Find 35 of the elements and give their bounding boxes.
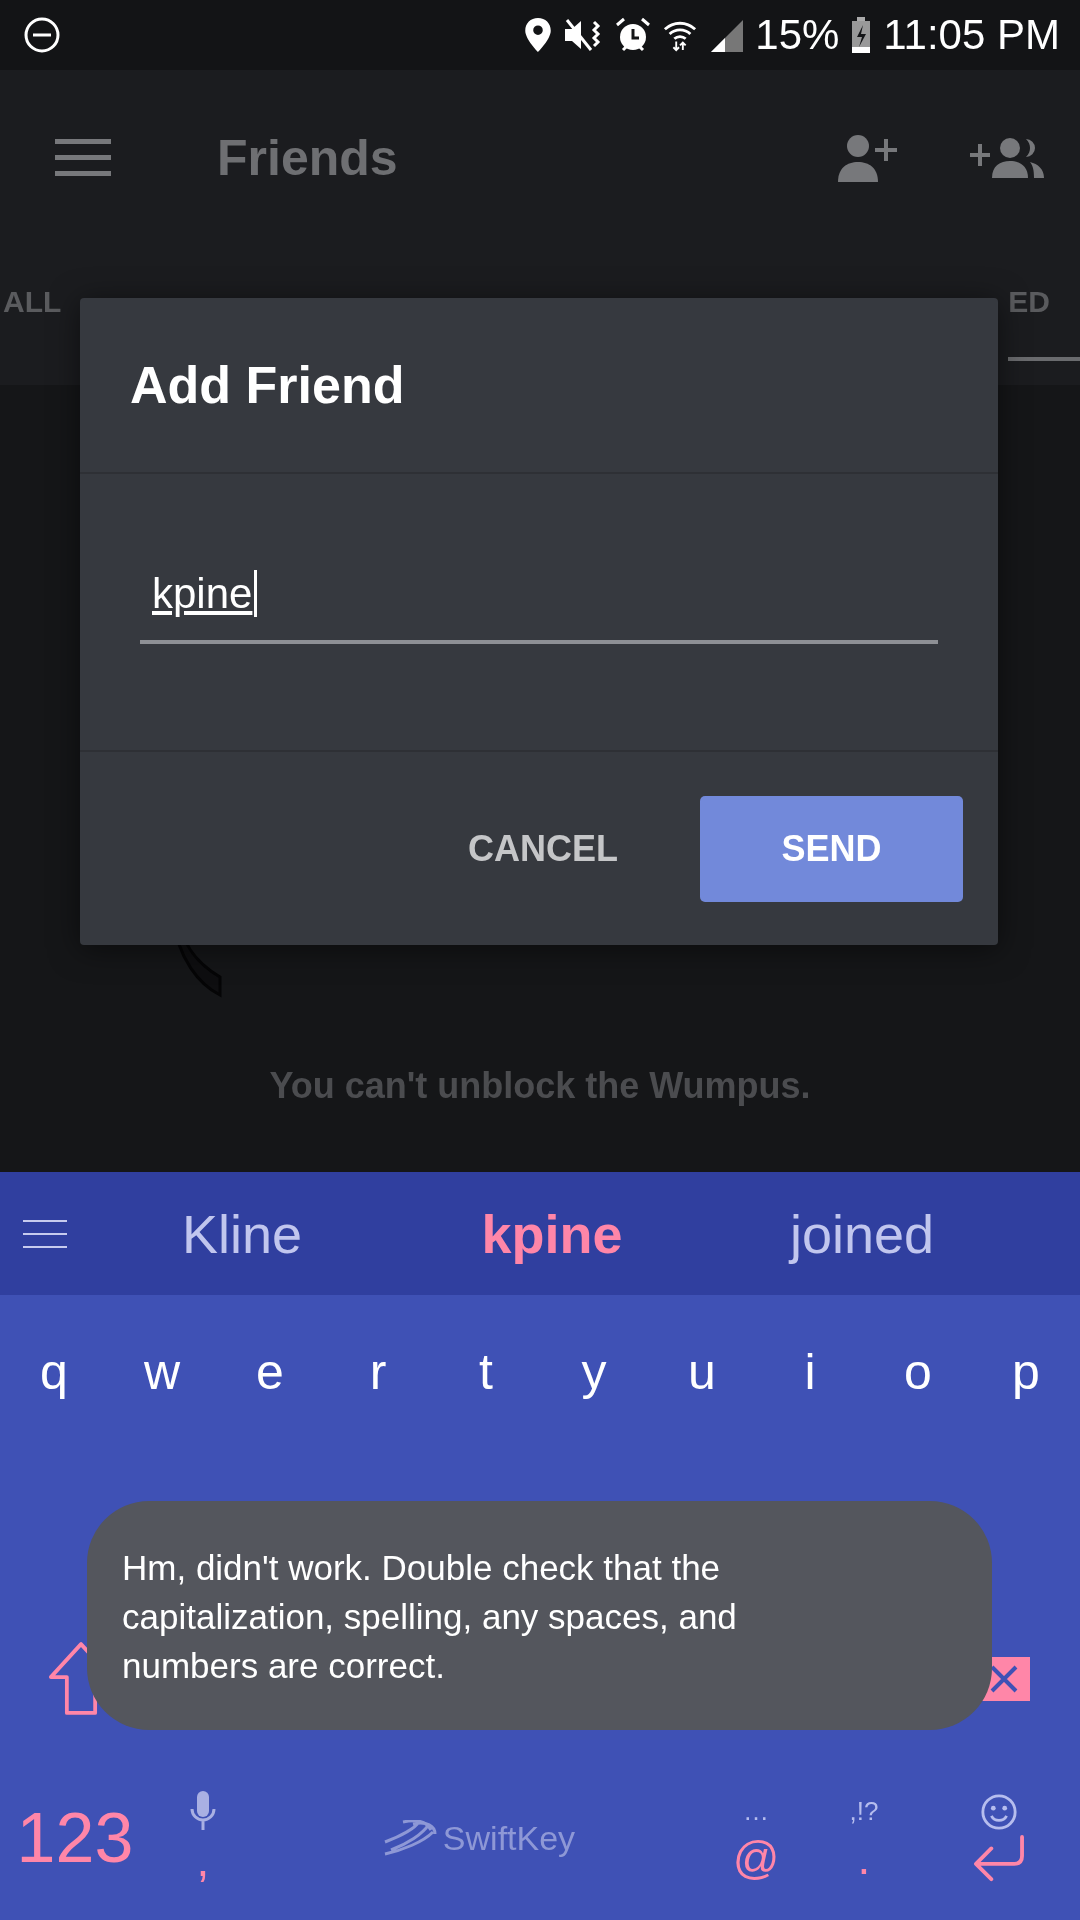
do-not-disturb-icon xyxy=(22,15,62,55)
letter-key[interactable]: u xyxy=(648,1342,756,1401)
word-suggestion[interactable]: joined xyxy=(707,1202,1017,1265)
screen-title: Friends xyxy=(217,128,399,187)
battery-charging-icon xyxy=(851,17,872,53)
location-icon xyxy=(525,18,552,52)
key-hint: … xyxy=(743,1795,769,1829)
letter-key[interactable]: q xyxy=(0,1342,108,1401)
letter-key[interactable]: r xyxy=(324,1342,432,1401)
letter-key[interactable]: t xyxy=(432,1342,540,1401)
letter-key[interactable]: o xyxy=(864,1342,972,1401)
add-friend-icon[interactable] xyxy=(838,133,900,182)
key-hint: ,!? xyxy=(849,1795,879,1829)
word-suggestion[interactable]: kpine xyxy=(397,1202,707,1265)
battery-percent: 15% xyxy=(755,11,840,59)
username-field[interactable]: kpine xyxy=(140,570,938,644)
error-toast: Hm, didn't work. Double check that the capitalization, spelling, any spaces, and numbers are correct. xyxy=(87,1501,992,1730)
letter-key[interactable]: w xyxy=(108,1342,216,1401)
menu-icon[interactable] xyxy=(55,138,111,177)
alarm-icon xyxy=(615,17,652,53)
letter-key[interactable]: e xyxy=(216,1342,324,1401)
swiftkey-logo-icon xyxy=(382,1820,439,1857)
group-add-icon[interactable] xyxy=(970,137,1044,178)
dialog-title: Add Friend xyxy=(130,355,405,415)
menu-icon[interactable] xyxy=(23,1219,67,1248)
cancel-button[interactable]: CANCEL xyxy=(438,807,648,890)
clock: 11:05 PM xyxy=(883,11,1060,59)
smiley-icon[interactable] xyxy=(980,1793,1018,1832)
letter-key[interactable]: i xyxy=(756,1342,864,1401)
microphone-icon[interactable] xyxy=(190,1791,216,1832)
letter-key[interactable]: p xyxy=(972,1342,1080,1401)
word-suggestion[interactable]: Kline xyxy=(87,1202,397,1265)
signal-icon xyxy=(709,18,744,52)
letter-key[interactable]: y xyxy=(540,1342,648,1401)
enter-icon[interactable] xyxy=(971,1835,1027,1884)
